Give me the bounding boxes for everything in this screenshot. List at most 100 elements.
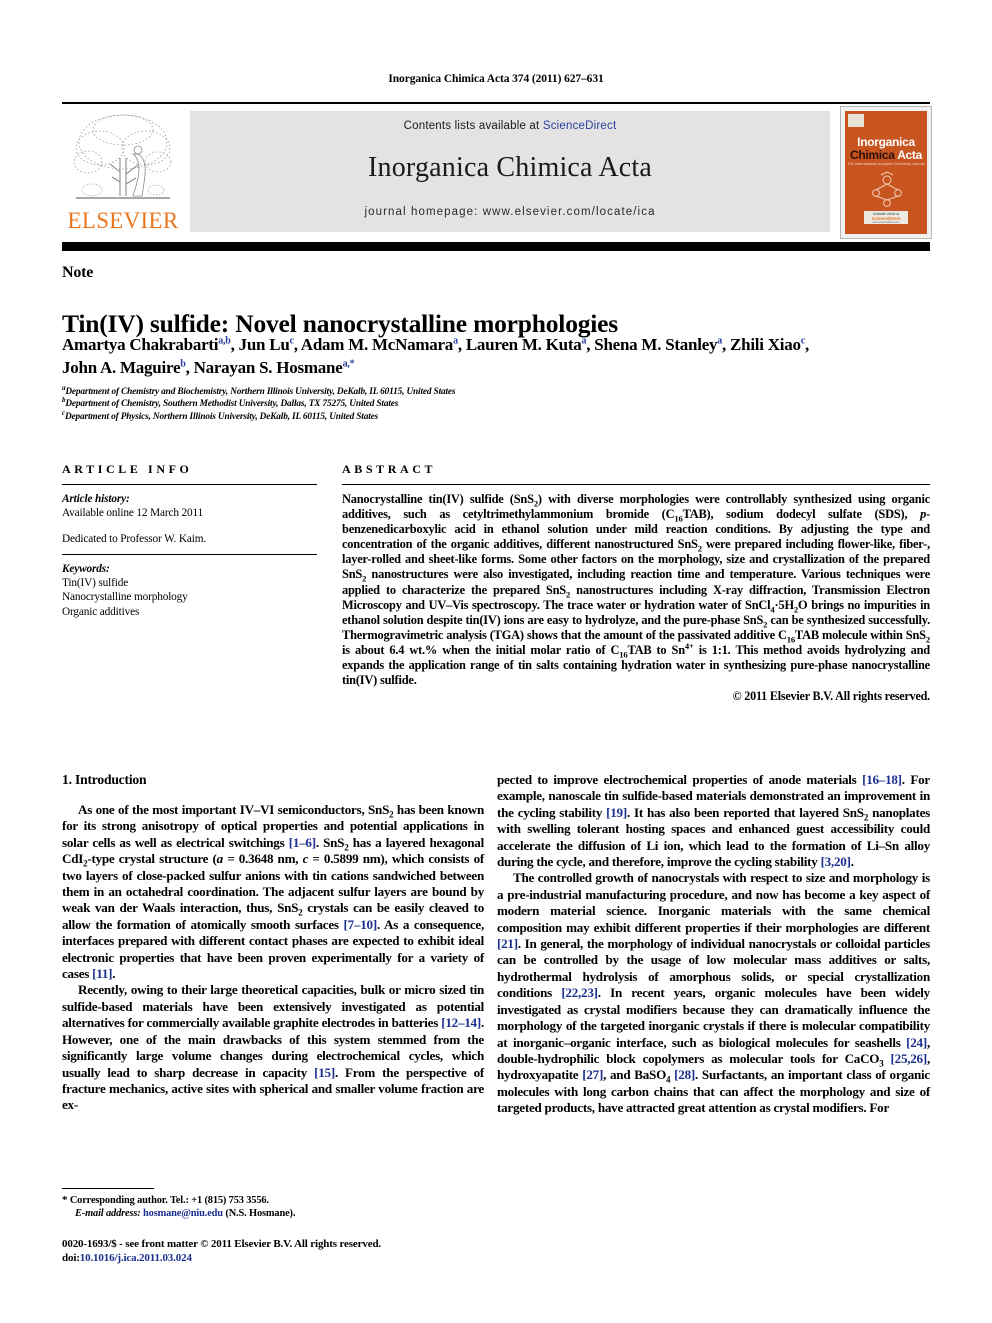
author-affil-mark[interactable]: c [801, 335, 805, 346]
article-history-value: Available online 12 March 2011 [62, 507, 204, 520]
author-name: Adam M. McNamara [300, 335, 454, 354]
email-note: E-mail address: hosmane@niu.edu (N.S. Ho… [62, 1207, 487, 1220]
citation-ref[interactable]: [1–6] [289, 835, 316, 850]
footnote-block: * Corresponding author. Tel.: +1 (815) 7… [62, 1194, 487, 1220]
abstract-block: ABSTRACT Nanocrystalline tin(IV) sulfide… [342, 462, 930, 704]
cover-elsevier-badge [848, 114, 864, 127]
paper-page: Inorganica Chimica Acta 374 (2011) 627–6… [0, 0, 992, 1323]
section-heading-introduction: 1. Introduction [62, 772, 147, 787]
doi-line: doi:10.1016/j.ica.2011.03.024 [62, 1252, 502, 1266]
cover-title-line1: Inorganica [857, 135, 915, 149]
author-affil-mark[interactable]: b [180, 358, 186, 369]
author-affil-mark[interactable]: a,* [343, 358, 355, 369]
author-name: Jun Lu [238, 335, 290, 354]
citation-ref[interactable]: [25,26] [891, 1051, 928, 1066]
running-head: Inorganica Chimica Acta 374 (2011) 627–6… [388, 73, 604, 85]
citation-ref[interactable]: [22,23] [561, 985, 598, 1000]
affiliation-item: cDepartment of Physics, Northern Illinoi… [62, 409, 934, 423]
issn-line: 0020-1693/$ - see front matter © 2011 El… [62, 1238, 382, 1250]
issn-footer: 0020-1693/$ - see front matter © 2011 El… [62, 1238, 502, 1266]
affiliation-list: aDepartment of Chemistry and Biochemistr… [62, 384, 934, 423]
citation-ref[interactable]: [11] [92, 966, 112, 981]
doi-label: doi: [62, 1251, 80, 1264]
keyword-item: Organic additives [62, 605, 140, 618]
email-owner: (N.S. Hosmane). [225, 1208, 296, 1220]
citation-ref[interactable]: [27] [582, 1067, 603, 1082]
dedication-text: Dedicated to Professor W. Kaim. [62, 532, 207, 545]
citation-ref[interactable]: [16–18] [862, 772, 902, 787]
author-affil-mark[interactable]: a,b [218, 335, 231, 346]
abstract-heading: ABSTRACT [342, 462, 437, 476]
abstract-copyright: © 2011 Elsevier B.V. All rights reserved… [732, 689, 931, 704]
doi-link[interactable]: 10.1016/j.ica.2011.03.024 [80, 1252, 192, 1264]
citation-ref[interactable]: [3,20] [821, 854, 851, 869]
journal-homepage-link[interactable]: journal homepage: www.elsevier.com/locat… [190, 206, 830, 218]
sciencedirect-link[interactable]: ScienceDirect [543, 120, 617, 132]
masthead-top-rule [62, 102, 930, 104]
cover-tagline: The International Inorganic Chemistry Jo… [847, 162, 925, 166]
cover-title-line2: Chimica Acta [845, 148, 927, 162]
corresponding-author-note: * Corresponding author. Tel.: +1 (815) 7… [62, 1194, 487, 1207]
citation-ref[interactable]: [24] [906, 1035, 927, 1050]
elsevier-wordmark: ELSEVIER [67, 208, 179, 233]
author-name: Shena M. Stanley [594, 335, 718, 354]
affiliation-item: aDepartment of Chemistry and Biochemistr… [62, 384, 934, 398]
citation-ref[interactable]: [19] [606, 805, 627, 820]
author-name: Zhili Xiao [730, 335, 801, 354]
affiliation-text: Department of Chemistry, Southern Method… [65, 399, 399, 410]
paragraph: As one of the most important IV–VI semic… [62, 802, 484, 982]
keyword-item: Nanocrystalline morphology [62, 591, 188, 604]
cover-sd-url: www.sciencedirect.com [872, 221, 900, 224]
journal-cover-thumbnail[interactable]: Inorganica Chimica Acta The Internationa… [840, 106, 932, 239]
footnote-separator-rule [62, 1188, 154, 1189]
author-affil-mark[interactable]: a [453, 335, 458, 346]
author-affil-mark[interactable]: a [581, 335, 586, 346]
author-list: Amartya Chakrabartia,b, Jun Luc, Adam M.… [62, 335, 809, 377]
affiliation-item: bDepartment of Chemistry, Southern Metho… [62, 397, 934, 410]
keyword-item: Tin(IV) sulfide [62, 577, 129, 590]
citation-ref[interactable]: [12–14] [441, 1015, 481, 1030]
author-name: Lauren M. Kuta [465, 335, 582, 354]
keywords-label: Keywords: [62, 562, 110, 575]
author-name: Amartya Chakrabarti [62, 335, 219, 354]
article-type-label: Note [62, 264, 94, 281]
journal-cover-art: Inorganica Chimica Acta The Internationa… [845, 111, 927, 234]
keywords-rule [62, 553, 317, 555]
email-link[interactable]: hosmane@niu.edu [143, 1208, 223, 1219]
cover-molecule-illustration [872, 171, 902, 207]
citation-ref[interactable]: [28] [674, 1067, 695, 1082]
abstract-rule [342, 484, 930, 485]
elsevier-logo: ELSEVIER [62, 108, 184, 236]
journal-masthead: ELSEVIER Contents lists available at Sci… [62, 102, 932, 239]
affiliation-text: Department of Chemistry and Biochemistry… [65, 387, 456, 397]
corresponding-author-text: Corresponding author. Tel.: +1 (815) 753… [69, 1195, 269, 1206]
abstract-text: Nanocrystalline tin(IV) sulfide (SnS2) w… [342, 492, 930, 688]
contents-prefix: Contents lists available at [403, 120, 543, 132]
masthead-band: Contents lists available at ScienceDirec… [190, 111, 830, 232]
author-name: Narayan S. Hosmane [193, 358, 343, 377]
author-name: John A. Maguire [62, 358, 181, 377]
article-info-body: Article history: Available online 12 Mar… [62, 492, 317, 619]
article-history-label: Article history: [62, 493, 130, 505]
corresponding-author-mark: * [62, 1194, 68, 1206]
article-info-rule [62, 484, 317, 485]
body-column-left: 1. Introduction As one of the most impor… [62, 772, 484, 1114]
author-affil-mark[interactable]: a [717, 335, 722, 346]
article-info-block: ARTICLE INFO Article history: Available … [62, 462, 317, 619]
body-column-right: pected to improve electrochemical proper… [497, 772, 930, 1117]
cover-sciencedirect-badge: Available online at ScienceDirect www.sc… [864, 211, 908, 224]
elsevier-tree-icon [70, 110, 176, 206]
citation-ref[interactable]: [21] [497, 936, 518, 951]
citation-ref[interactable]: [15] [314, 1065, 335, 1080]
citation-ref[interactable]: [7–10] [344, 917, 378, 932]
paragraph: Recently, owing to their large theoretic… [62, 982, 484, 1113]
contents-lists-line: Contents lists available at ScienceDirec… [190, 120, 830, 132]
article-info-heading: ARTICLE INFO [62, 462, 193, 476]
paragraph: pected to improve electrochemical proper… [497, 772, 931, 870]
affiliation-text: Department of Physics, Northern Illinois… [64, 411, 379, 422]
email-label: E-mail address: [75, 1208, 141, 1220]
journal-title: Inorganica Chimica Acta [368, 152, 652, 183]
header-thick-rule [62, 242, 930, 251]
author-affil-mark[interactable]: c [290, 335, 294, 346]
